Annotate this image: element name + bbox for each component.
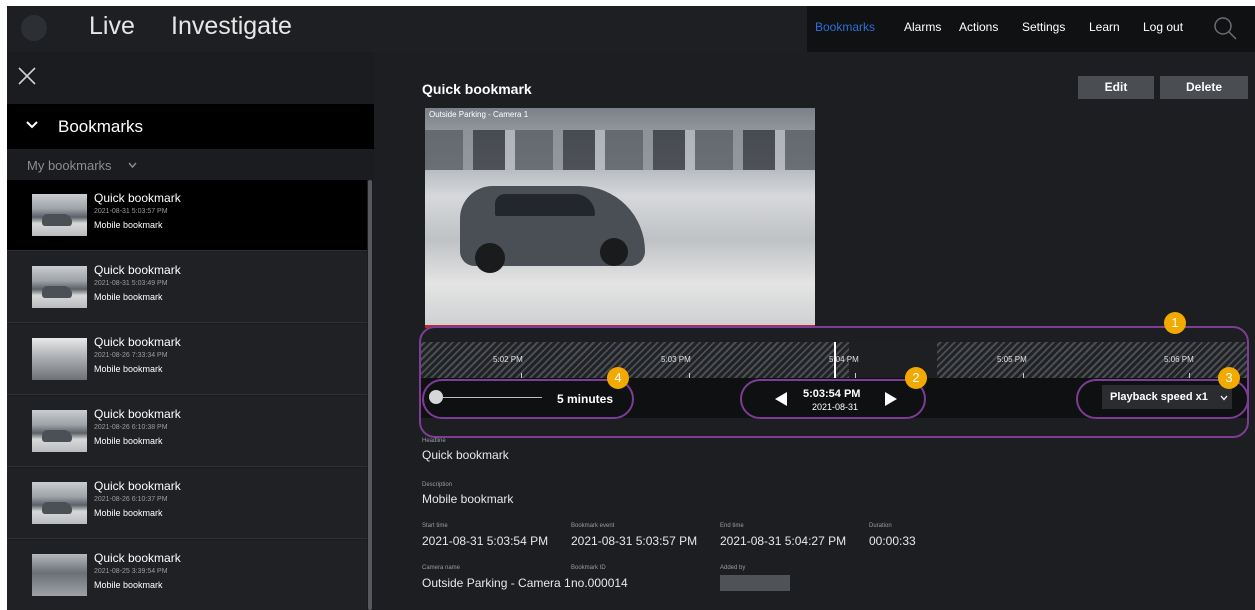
callout-outline-zoom [422, 379, 634, 419]
added-by-label: Added by [720, 565, 746, 571]
bookmark-description: Mobile bookmark [94, 508, 163, 518]
delete-button[interactable]: Delete [1160, 76, 1248, 99]
bookmark-thumbnail [32, 266, 87, 308]
bookmark-name: Quick bookmark [94, 407, 181, 421]
duration-label: Duration [869, 523, 892, 529]
bookmark-description: Mobile bookmark [94, 580, 163, 590]
camera-name-value: Outside Parking - Camera 1 [422, 576, 571, 590]
bookmark-event-label: Bookmark event [571, 523, 615, 529]
bookmarks-section-header[interactable]: Bookmarks [7, 104, 374, 149]
my-bookmarks-filter[interactable]: My bookmarks [27, 158, 112, 173]
app-logo [21, 15, 47, 41]
nav-bookmarks[interactable]: Bookmarks [815, 20, 875, 34]
camera-overlay-label: Outside Parking - Camera 1 [429, 110, 529, 119]
description-label: Description [422, 482, 453, 488]
chevron-down-icon [26, 121, 38, 129]
bookmark-date: 2021-08-31 5:03:49 PM [94, 280, 168, 287]
tab-investigate[interactable]: Investigate [171, 12, 292, 41]
nav-alarms[interactable]: Alarms [904, 20, 941, 34]
bookmark-event-value: 2021-08-31 5:03:57 PM [571, 534, 698, 548]
bookmark-name: Quick bookmark [94, 191, 181, 205]
bookmark-date: 2021-08-26 6:10:37 PM [94, 496, 168, 503]
headline-label: Headline [422, 438, 446, 444]
bookmarks-section-title: Bookmarks [58, 117, 144, 136]
car-window [495, 194, 595, 216]
tab-live[interactable]: Live [89, 12, 135, 41]
bookmark-name: Quick bookmark [94, 479, 181, 493]
search-icon[interactable] [1212, 15, 1238, 41]
bookmark-description: Mobile bookmark [94, 364, 163, 374]
bookmark-item[interactable]: Quick bookmark 2021-08-26 6:10:38 PM Mob… [7, 396, 367, 467]
duration-value: 00:00:33 [869, 534, 916, 548]
bookmark-item[interactable]: Quick bookmark 2021-08-26 6:10:37 PM Mob… [7, 468, 367, 539]
bookmarks-sidebar: Bookmarks My bookmarks Quick bookmark 20… [7, 52, 374, 610]
bookmark-date: 2021-08-26 6:10:38 PM [94, 424, 168, 431]
chevron-down-icon[interactable] [128, 162, 137, 169]
page-title: Quick bookmark [422, 81, 532, 97]
bookmark-date: 2021-08-26 7:33:34 PM [94, 352, 168, 359]
start-time-value: 2021-08-31 5:03:54 PM [422, 534, 549, 548]
callout-outline-navigation [740, 379, 926, 419]
nav-actions[interactable]: Actions [959, 20, 998, 34]
bookmark-name: Quick bookmark [94, 335, 181, 349]
nav-log-out[interactable]: Log out [1143, 20, 1183, 34]
headline-value: Quick bookmark [422, 448, 509, 462]
bookmark-id-label: Bookmark ID [571, 565, 606, 571]
bookmark-thumbnail [32, 194, 87, 236]
close-icon[interactable] [17, 66, 37, 86]
app-window: Live Investigate Bookmarks Alarms Action… [7, 6, 1255, 610]
car-wheel [475, 243, 505, 273]
sidebar-scrollbar[interactable] [368, 180, 372, 610]
bookmark-thumbnail [32, 482, 87, 524]
bookmark-item[interactable]: Quick bookmark 2021-08-31 5:03:57 PM Mob… [7, 180, 367, 251]
camera-name-label: Camera name [422, 565, 461, 571]
edit-button[interactable]: Edit [1078, 76, 1154, 99]
parked-cars-row [425, 130, 815, 170]
bookmark-description: Mobile bookmark [94, 220, 163, 230]
end-time-label: End time [720, 523, 744, 529]
end-time-value: 2021-08-31 5:04:27 PM [720, 534, 847, 548]
bookmark-description: Mobile bookmark [94, 292, 163, 302]
bookmark-item[interactable]: Quick bookmark 2021-08-26 7:33:34 PM Mob… [7, 324, 367, 395]
callout-badge-2: 2 [905, 367, 927, 389]
bookmark-name: Quick bookmark [94, 263, 181, 277]
bookmark-thumbnail [32, 554, 87, 596]
video-player[interactable]: Outside Parking - Camera 1 [425, 108, 815, 328]
nav-settings[interactable]: Settings [1022, 20, 1065, 34]
nav-learn[interactable]: Learn [1089, 20, 1120, 34]
bookmark-date: 2021-08-31 5:03:57 PM [94, 208, 168, 215]
bookmark-name: Quick bookmark [94, 551, 181, 565]
bookmark-thumbnail [32, 410, 87, 452]
top-bar: Live Investigate Bookmarks Alarms Action… [7, 6, 1255, 52]
bookmark-item[interactable]: Quick bookmark 2021-08-25 3:39:54 PM Mob… [7, 540, 367, 610]
bookmark-date: 2021-08-25 3:39:54 PM [94, 568, 168, 575]
bookmark-thumbnail [32, 338, 87, 380]
start-time-label: Start time [422, 523, 448, 529]
car-wheel [600, 238, 628, 266]
description-value: Mobile bookmark [422, 492, 514, 506]
bookmark-item[interactable]: Quick bookmark 2021-08-31 5:03:49 PM Mob… [7, 252, 367, 323]
callout-badge-1: 1 [1164, 312, 1186, 334]
bookmark-id-value: no.000014 [571, 576, 628, 590]
callout-badge-4: 4 [607, 367, 629, 389]
bookmark-description: Mobile bookmark [94, 436, 163, 446]
callout-badge-3: 3 [1218, 367, 1240, 389]
added-by-value-redacted [720, 575, 790, 591]
